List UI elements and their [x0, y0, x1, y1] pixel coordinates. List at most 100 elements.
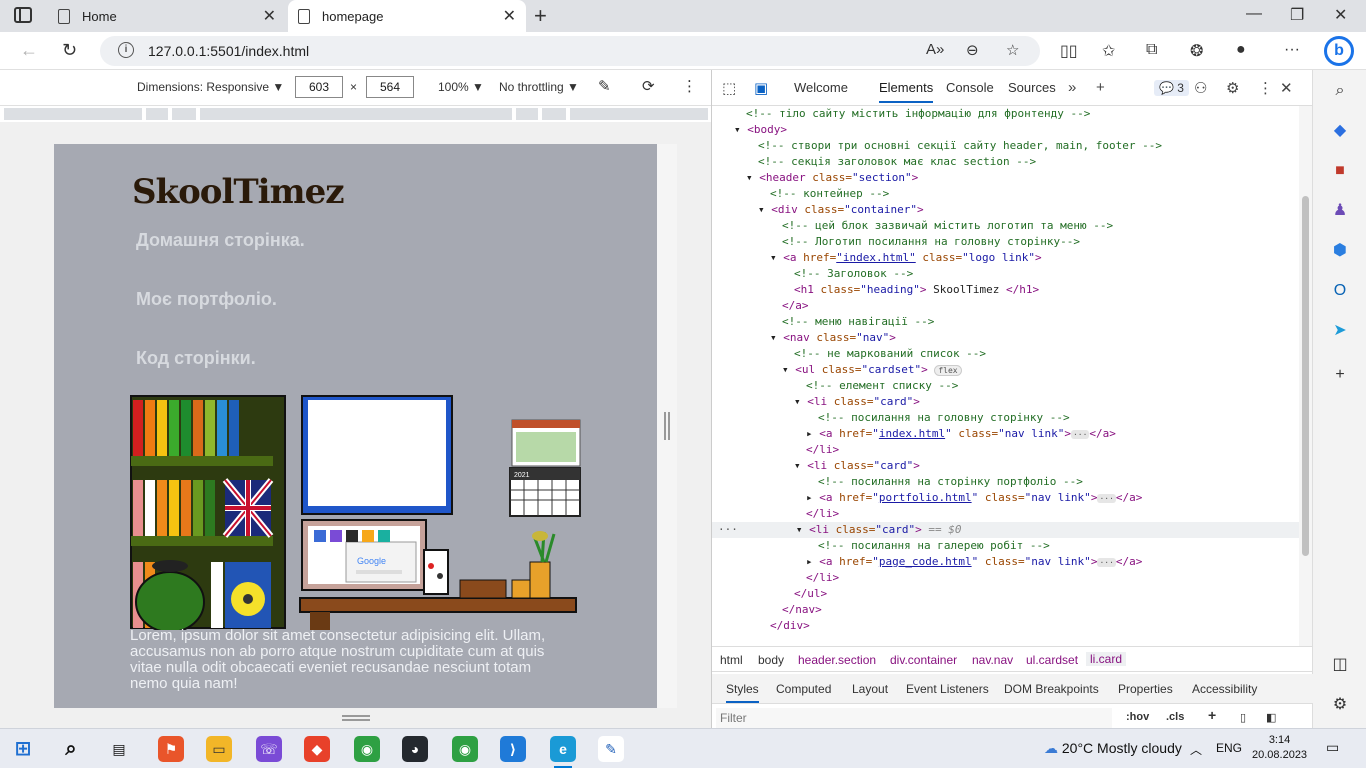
more-tabs-icon[interactable]: »: [1068, 79, 1076, 96]
dom-line[interactable]: <!-- меню навігації -->: [712, 314, 1300, 330]
file-explorer-icon[interactable]: ▭: [206, 736, 232, 762]
tab-sources[interactable]: Sources: [1008, 80, 1056, 95]
search-icon[interactable]: ⌕: [58, 736, 84, 762]
element-state-icon[interactable]: ▯: [1240, 711, 1246, 724]
back-icon[interactable]: ←: [20, 40, 38, 61]
language-indicator[interactable]: ENG: [1216, 741, 1242, 755]
crumb-card[interactable]: li.card: [1086, 652, 1127, 666]
dom-line[interactable]: </nav>: [712, 602, 1300, 618]
anydesk-icon[interactable]: ◆: [304, 736, 330, 762]
rotate-icon[interactable]: ⟳: [642, 77, 655, 95]
sidebar-settings-icon[interactable]: ⚙: [1329, 694, 1351, 716]
shopping-tag-icon[interactable]: ◆: [1329, 120, 1351, 142]
dom-line[interactable]: </ul>: [712, 586, 1300, 602]
dom-line[interactable]: </li>: [712, 442, 1300, 458]
tray-chevron-icon[interactable]: ︿: [1190, 741, 1202, 758]
crumb-container[interactable]: div.container: [890, 653, 957, 667]
flex-badge[interactable]: flex: [934, 365, 962, 376]
dom-line[interactable]: ▾ <header class="section">: [712, 170, 1300, 186]
dom-line[interactable]: ▾ <li class="card">: [712, 458, 1300, 474]
extensions-icon[interactable]: ❂: [1190, 41, 1203, 61]
viber-icon[interactable]: ☏: [256, 736, 282, 762]
tab-console[interactable]: Console: [946, 80, 994, 95]
viewport-height-input[interactable]: 564: [366, 76, 414, 98]
restore-icon[interactable]: ❐: [1290, 5, 1304, 25]
tab-event-listeners[interactable]: Event Listeners: [906, 682, 989, 696]
close-devtools-icon[interactable]: ✕: [1280, 79, 1293, 97]
dom-line[interactable]: <!-- цей блок зазвичай містить логотип т…: [712, 218, 1300, 234]
tab-layout[interactable]: Layout: [852, 682, 888, 696]
tab-actions-icon[interactable]: [14, 7, 32, 23]
dom-line[interactable]: <!-- не маркований список -->: [712, 346, 1300, 362]
close-tab-icon[interactable]: ✕: [503, 6, 516, 26]
dom-line[interactable]: <!-- Логотип посилання на головну сторін…: [712, 234, 1300, 250]
zoom-icon[interactable]: ⊖: [966, 41, 979, 59]
games-icon[interactable]: ♟: [1329, 200, 1351, 222]
new-tab-icon[interactable]: +: [534, 3, 547, 29]
crumb-header[interactable]: header.section: [798, 653, 876, 667]
viewport-width-input[interactable]: 603: [295, 76, 343, 98]
chrome-profile-icon[interactable]: ◉: [452, 736, 478, 762]
read-aloud-icon[interactable]: A»: [926, 41, 944, 58]
inspect-element-icon[interactable]: ⬚: [722, 79, 736, 97]
address-bar[interactable]: i 127.0.0.1:5501/index.html A» ⊖ ☆: [100, 36, 1040, 66]
tools-briefcase-icon[interactable]: ■: [1329, 160, 1351, 182]
computed-sidebar-icon[interactable]: ◧: [1266, 711, 1276, 724]
media-query-bar[interactable]: [0, 106, 711, 122]
tab-accessibility[interactable]: Accessibility: [1192, 682, 1257, 696]
crumb-body[interactable]: body: [758, 653, 784, 667]
dom-line[interactable]: ▾ <ul class="cardset"> flex: [712, 362, 1300, 378]
dom-line[interactable]: ▸ <a href="page_code.html" class="nav li…: [712, 554, 1300, 570]
site-info-icon[interactable]: i: [118, 42, 134, 58]
dom-line[interactable]: ▸ <a href="portfolio.html" class="nav li…: [712, 490, 1300, 506]
tab-properties[interactable]: Properties: [1118, 682, 1173, 696]
dom-line[interactable]: ▾ <div class="container">: [712, 202, 1300, 218]
dom-line[interactable]: <!-- контейнер -->: [712, 186, 1300, 202]
dom-line[interactable]: ▾ <a href="index.html" class="logo link"…: [712, 250, 1300, 266]
github-desktop-icon[interactable]: ◕: [402, 736, 428, 762]
url-text[interactable]: 127.0.0.1:5501/index.html: [148, 43, 309, 59]
devtools-more-icon[interactable]: ⋮: [1258, 79, 1273, 97]
dom-line[interactable]: </li>: [712, 506, 1300, 522]
issues-badge[interactable]: 💬 3: [1154, 80, 1189, 96]
device-toggle-icon[interactable]: ▣: [754, 79, 768, 97]
zoom-select[interactable]: 100% ▼: [438, 80, 484, 94]
dom-line[interactable]: <!-- Заголовок -->: [712, 266, 1300, 282]
styles-filter-input[interactable]: Filter: [716, 708, 1112, 728]
dom-line[interactable]: <h1 class="heading"> SkoolTimez </h1>: [712, 282, 1300, 298]
dom-line[interactable]: <!-- посилання на сторінку портфоліо -->: [712, 474, 1300, 490]
customize-icon[interactable]: ⚇: [1194, 79, 1207, 97]
outlook-icon[interactable]: O: [1329, 280, 1351, 302]
dom-line[interactable]: </li>: [712, 570, 1300, 586]
notifications-icon[interactable]: ▭: [1326, 739, 1339, 756]
resize-handle-right[interactable]: [664, 412, 670, 440]
crumb-nav[interactable]: nav.nav: [972, 653, 1013, 667]
profile-avatar-icon[interactable]: ●: [1236, 41, 1246, 59]
dom-line[interactable]: ▾ <body>: [712, 122, 1300, 138]
microsoft365-icon[interactable]: ⬢: [1329, 240, 1351, 262]
dom-line[interactable]: <!-- тіло сайту містить інформацію для ф…: [712, 106, 1300, 122]
dom-line-selected[interactable]: ··· ▾ <li class="card"> == $0: [712, 522, 1300, 538]
dom-line[interactable]: <!-- секція заголовок має клас section -…: [712, 154, 1300, 170]
add-tab-icon[interactable]: +: [1096, 79, 1105, 96]
dom-tree-scrollbar[interactable]: [1299, 106, 1312, 646]
clock[interactable]: 3:14 20.08.2023: [1252, 733, 1307, 763]
dom-line[interactable]: <!-- посилання на галерею робіт -->: [712, 538, 1300, 554]
crumb-html[interactable]: html: [720, 653, 743, 667]
hov-button[interactable]: :hov: [1126, 711, 1149, 723]
tab-homepage[interactable]: homepage ✕: [288, 0, 526, 32]
close-window-icon[interactable]: ✕: [1334, 5, 1347, 25]
tab-styles[interactable]: Styles: [726, 682, 759, 703]
tab-dom-breakpoints[interactable]: DOM Breakpoints: [1004, 682, 1099, 696]
crumb-cardset[interactable]: ul.cardset: [1026, 653, 1078, 667]
telegram-icon[interactable]: ➤: [1329, 320, 1351, 342]
weather-widget[interactable]: ☁ 20°C Mostly cloudy: [1044, 740, 1182, 757]
dom-line[interactable]: ▾ <nav class="nav">: [712, 330, 1300, 346]
hide-sidebar-icon[interactable]: ◫: [1329, 654, 1351, 676]
dom-line[interactable]: <!-- створи три основні секції сайту hea…: [712, 138, 1300, 154]
dimensions-select[interactable]: Dimensions: Responsive ▼: [137, 80, 284, 94]
windows-start-icon[interactable]: ⊞: [10, 736, 36, 762]
dom-line[interactable]: ▸ <a href="index.html" class="nav link">…: [712, 426, 1300, 442]
bing-copilot-icon[interactable]: b: [1324, 36, 1354, 66]
throttling-select[interactable]: No throttling ▼: [499, 80, 579, 94]
